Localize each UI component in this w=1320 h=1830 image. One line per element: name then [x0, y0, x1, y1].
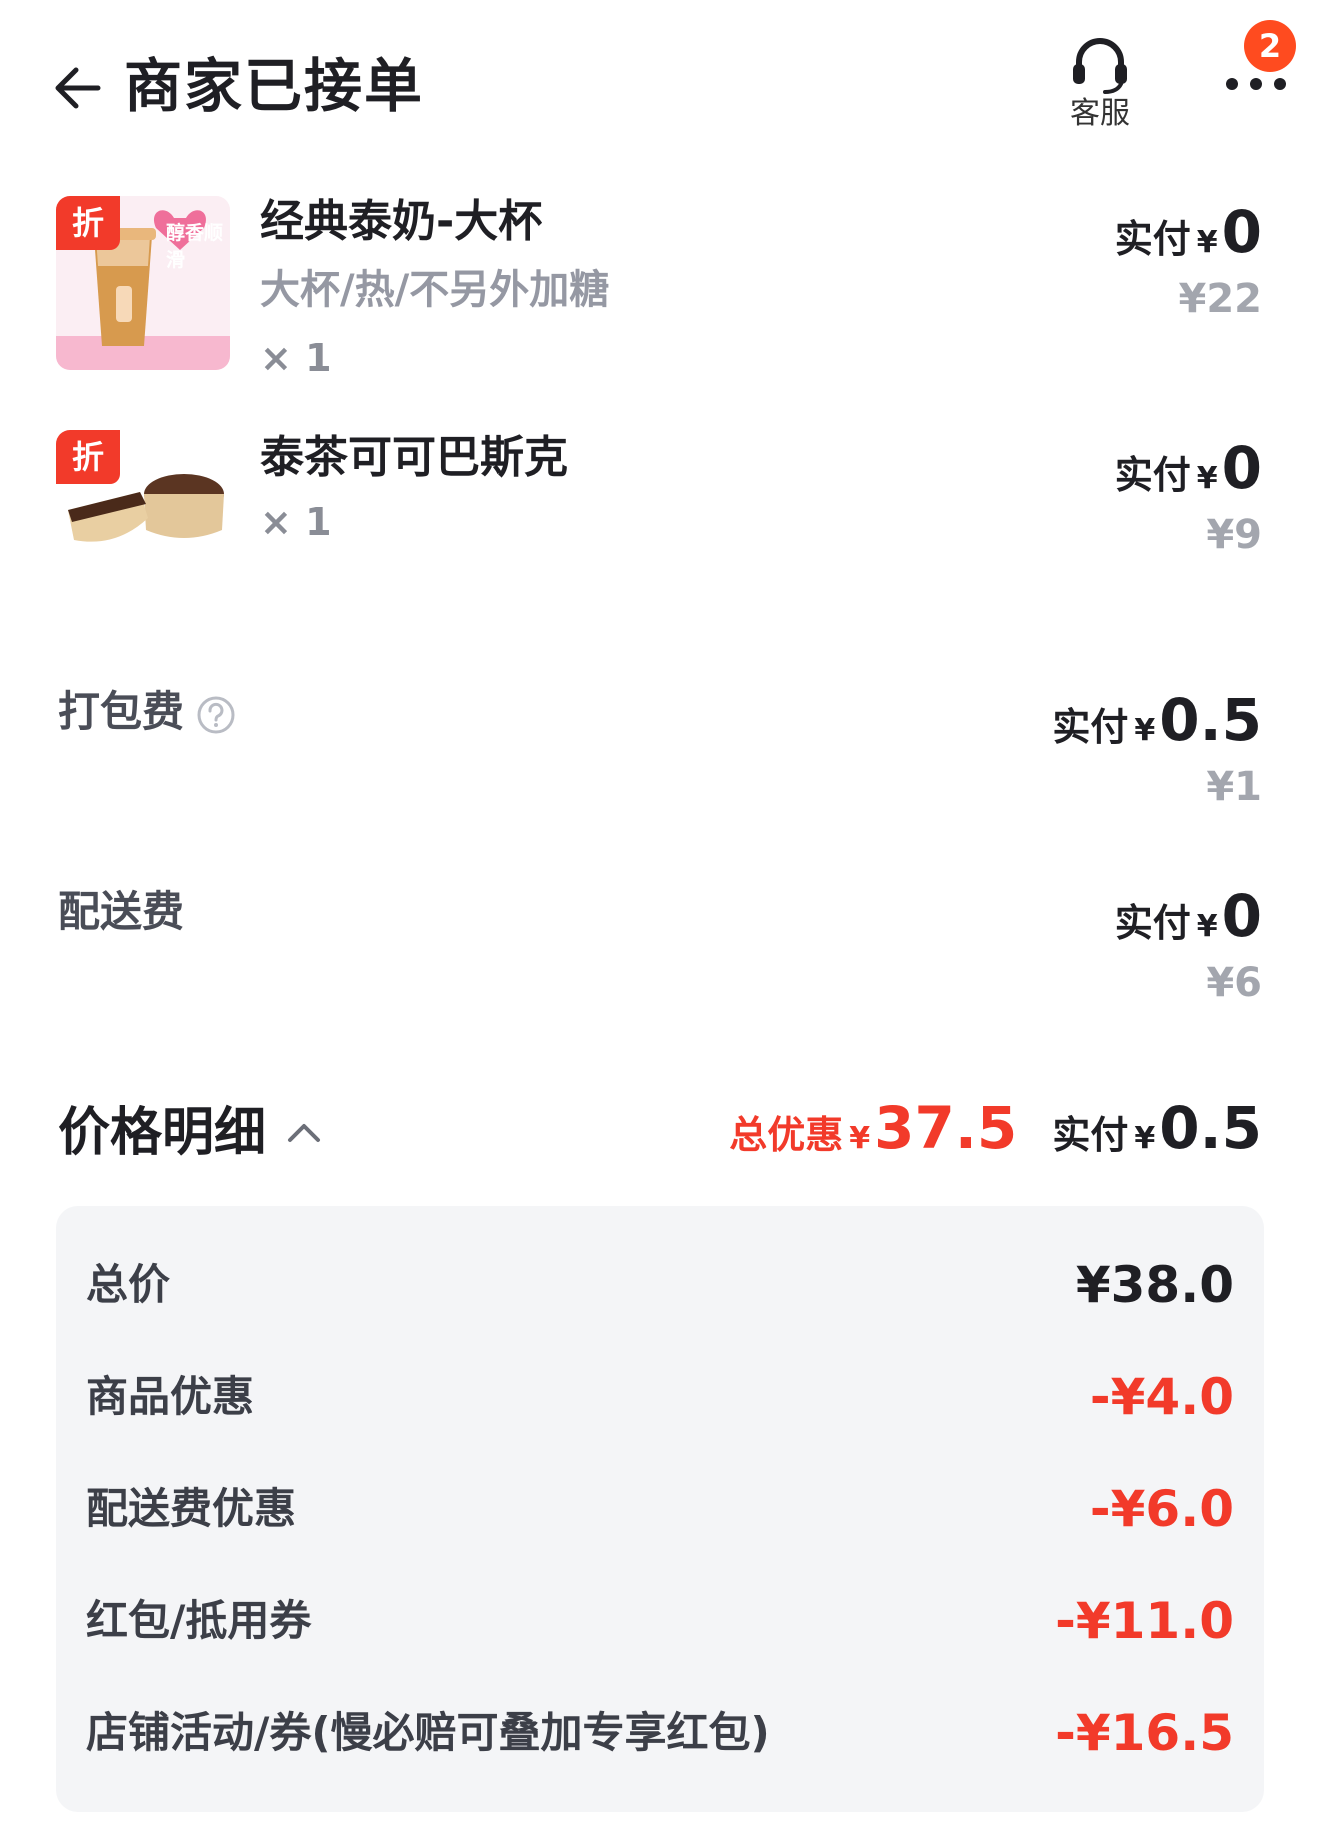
delivery-fee-original-price: ¥6	[1206, 960, 1262, 1006]
item-quantity: × 1	[260, 336, 332, 380]
item-name: 泰茶可可巴斯克	[260, 432, 568, 483]
page-title: 商家已接单	[124, 52, 425, 120]
item-quantity: × 1	[260, 500, 332, 544]
price-summary: 总优惠 ¥37.5 实付 ¥0.5	[729, 1094, 1262, 1162]
customer-service-button[interactable]: 客服	[1058, 34, 1142, 132]
headset-icon	[1073, 38, 1127, 94]
help-icon[interactable]	[196, 695, 236, 735]
detail-row-product-discount: 商品优惠 -¥4.0	[86, 1368, 1234, 1426]
item-pay-amount: 实付 ¥0	[1114, 434, 1262, 502]
notification-badge: 2	[1244, 20, 1296, 72]
item-original-price: ¥9	[1206, 512, 1262, 558]
item-spec: 大杯/热/不另外加糖	[260, 267, 610, 313]
packing-fee-original-price: ¥1	[1206, 764, 1262, 810]
product-image-basque-cake: 折	[56, 430, 230, 580]
order-item[interactable]: 折	[56, 430, 230, 580]
item-name: 经典泰奶-大杯	[260, 196, 543, 247]
item-pay-amount: 实付 ¥0	[1114, 198, 1262, 266]
delivery-fee-label: 配送费	[58, 887, 185, 936]
delivery-fee-pay-amount: 实付 ¥0	[1114, 882, 1262, 950]
back-arrow-icon[interactable]	[50, 60, 106, 116]
customer-service-label: 客服	[1070, 96, 1130, 131]
total-discount-amount: 37.5	[874, 1094, 1018, 1162]
order-item[interactable]: 醇香顺滑 折	[56, 196, 230, 370]
detail-row-total: 总价 ¥38.0	[86, 1256, 1234, 1314]
price-detail-panel: 总价 ¥38.0 商品优惠 -¥4.0 配送费优惠 -¥6.0 红包/抵用券 -…	[56, 1206, 1264, 1812]
discount-tag: 折	[56, 196, 120, 250]
discount-tag: 折	[56, 430, 120, 484]
packing-fee-pay-amount: 实付 ¥0.5	[1052, 686, 1262, 754]
chevron-up-icon[interactable]	[284, 1114, 324, 1150]
detail-row-store-activity: 店铺活动/券(慢必赔可叠加专享红包) -¥16.5	[86, 1704, 1234, 1762]
detail-row-delivery-discount: 配送费优惠 -¥6.0	[86, 1480, 1234, 1538]
item-original-price: ¥22	[1178, 276, 1263, 322]
packing-fee-label: 打包费	[58, 684, 236, 740]
price-detail-title[interactable]: 价格明细	[58, 1098, 266, 1168]
thumb-slogan: 醇香顺滑	[166, 222, 224, 271]
total-pay-amount: 0.5	[1159, 1094, 1262, 1162]
product-image-thai-milk-tea: 醇香顺滑 折	[56, 196, 230, 370]
detail-row-coupon: 红包/抵用券 -¥11.0	[86, 1592, 1234, 1650]
